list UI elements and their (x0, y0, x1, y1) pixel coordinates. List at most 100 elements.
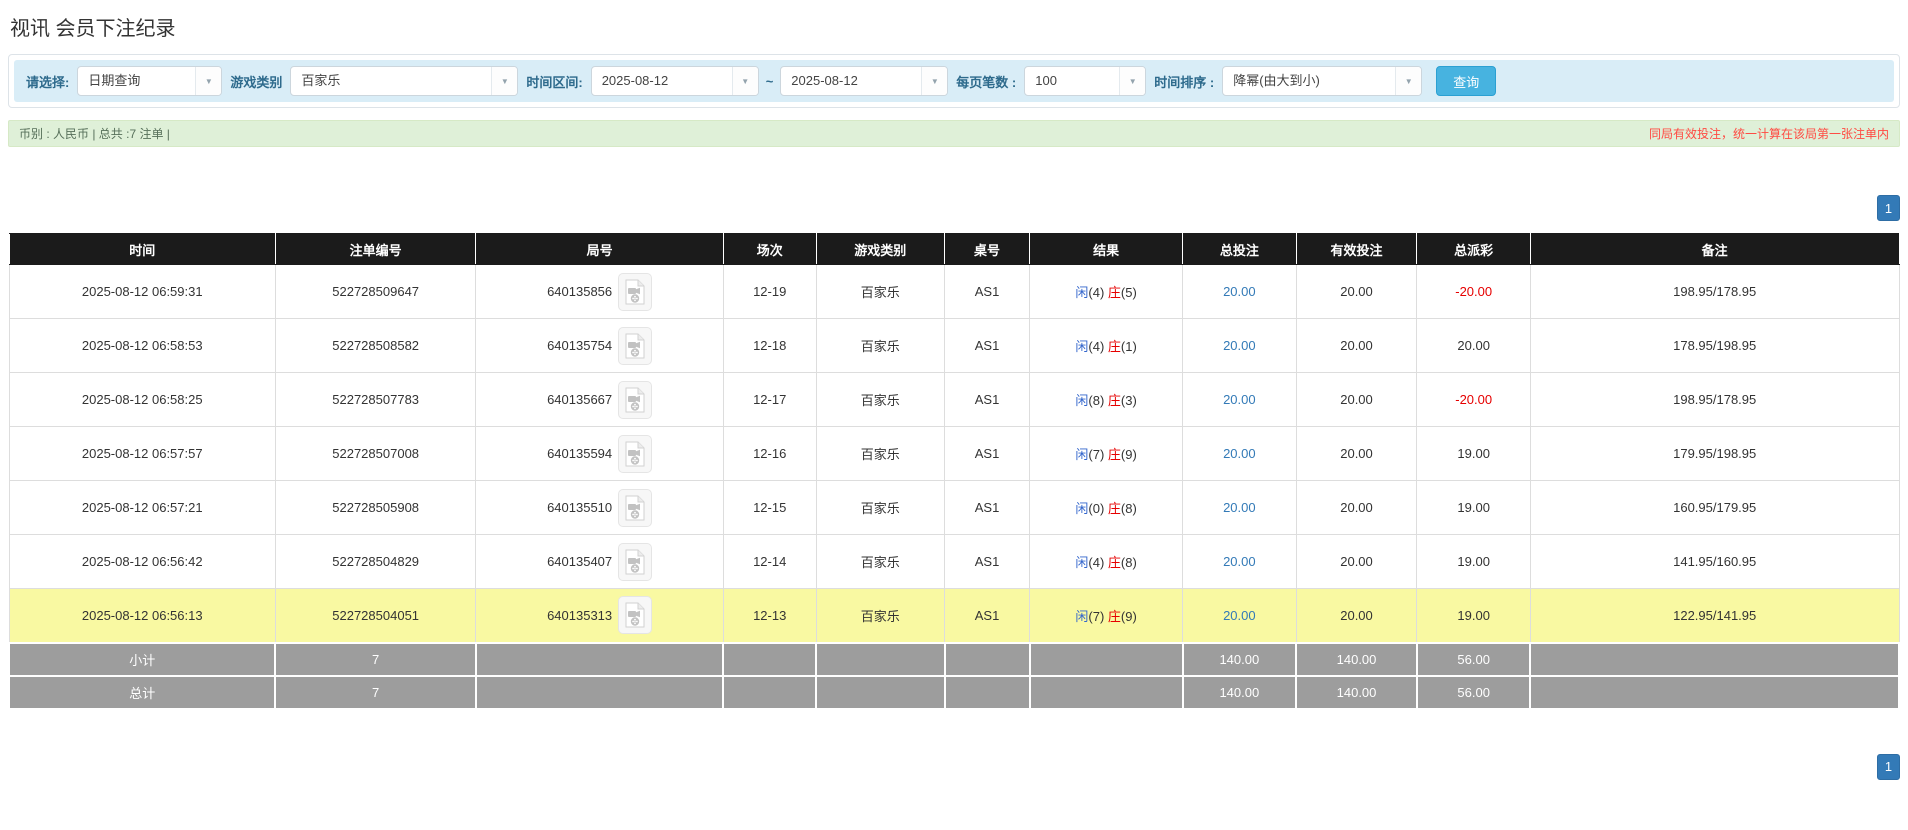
sum-empty-cell (945, 643, 1030, 676)
chevron-down-icon[interactable]: ▼ (491, 67, 517, 95)
pagination-page-button[interactable]: 1 (1877, 195, 1900, 221)
date-from-select[interactable]: 2025-08-12 ▼ (591, 66, 759, 96)
bet-id-cell: 522728504829 (275, 535, 475, 589)
total-bet-cell: 20.00 (1183, 373, 1296, 427)
table-row[interactable]: 2025-08-12 06:57:21522728505908640135510… (9, 481, 1899, 535)
result-player-score: (0) (1088, 501, 1104, 516)
video-replay-button[interactable] (618, 327, 652, 365)
header-total-bet: 总投注 (1183, 234, 1296, 265)
search-button[interactable]: 查询 (1436, 66, 1496, 96)
date-from-value: 2025-08-12 (592, 67, 732, 95)
query-type-select[interactable]: 日期查询 ▼ (77, 66, 222, 96)
video-replay-button[interactable] (618, 273, 652, 311)
result-player: 闲 (1075, 501, 1088, 516)
sum-empty-cell (476, 676, 724, 709)
game-type-cell: 百家乐 (816, 265, 945, 319)
game-type-cell: 百家乐 (816, 373, 945, 427)
remark-cell: 198.95/178.95 (1530, 373, 1899, 427)
page-size-select[interactable]: 100 ▼ (1024, 66, 1146, 96)
video-replay-button[interactable] (618, 381, 652, 419)
chevron-down-icon[interactable]: ▼ (732, 67, 758, 95)
table-no-cell: AS1 (945, 589, 1030, 643)
result-player-score: (4) (1088, 285, 1104, 300)
table-row[interactable]: 2025-08-12 06:58:53522728508582640135754… (9, 319, 1899, 373)
time-cell: 2025-08-12 06:57:21 (9, 481, 275, 535)
pagination-page-button[interactable]: 1 (1877, 754, 1900, 780)
chevron-down-icon[interactable]: ▼ (1395, 67, 1421, 95)
query-type-label: 请选择: (26, 72, 69, 91)
video-replay-button[interactable] (618, 435, 652, 473)
video-replay-button[interactable] (618, 489, 652, 527)
summary-bar: 币别 : 人民币 | 总共 :7 注单 | 同局有效投注，统一计算在该局第一张注… (8, 120, 1900, 147)
total-bet-cell: 20.00 (1183, 535, 1296, 589)
sum-label-cell: 小计 (9, 643, 275, 676)
sum-valid-bet-cell: 140.00 (1296, 676, 1417, 709)
result-banker-score: (8) (1121, 555, 1137, 570)
sum-empty-cell (945, 676, 1030, 709)
session-cell: 12-16 (723, 427, 816, 481)
query-type-value: 日期查询 (78, 67, 195, 95)
result-cell: 闲(4) 庄(8) (1030, 535, 1183, 589)
video-replay-icon (624, 549, 646, 575)
game-type-value: 百家乐 (291, 67, 491, 95)
table-row-highlighted[interactable]: 2025-08-12 06:56:13522728504051640135313… (9, 589, 1899, 643)
sum-empty-cell (1030, 676, 1183, 709)
sum-count-cell: 7 (275, 676, 475, 709)
result-cell: 闲(7) 庄(9) (1030, 427, 1183, 481)
sum-empty-cell (1530, 643, 1899, 676)
session-cell: 12-15 (723, 481, 816, 535)
total-bet-link[interactable]: 20.00 (1223, 284, 1256, 299)
result-cell: 闲(4) 庄(5) (1030, 265, 1183, 319)
total-bet-link[interactable]: 20.00 (1223, 392, 1256, 407)
date-to-select[interactable]: 2025-08-12 ▼ (780, 66, 948, 96)
result-banker-score: (8) (1121, 501, 1137, 516)
valid-bet-cell: 20.00 (1296, 319, 1417, 373)
table-no-cell: AS1 (945, 535, 1030, 589)
chevron-down-icon[interactable]: ▼ (1119, 67, 1145, 95)
total-bet-link[interactable]: 20.00 (1223, 338, 1256, 353)
range-separator: ~ (766, 74, 774, 89)
session-cell: 12-17 (723, 373, 816, 427)
total-row: 总计7140.00140.0056.00 (9, 676, 1899, 709)
time-sort-select[interactable]: 降幂(由大到小) ▼ (1222, 66, 1422, 96)
video-replay-button[interactable] (618, 543, 652, 581)
bet-id-cell: 522728507008 (275, 427, 475, 481)
total-bet-link[interactable]: 20.00 (1223, 608, 1256, 623)
round-id-wrap: 640135856 (482, 273, 717, 311)
round-id-cell: 640135594 (476, 427, 724, 481)
result-cell: 闲(0) 庄(8) (1030, 481, 1183, 535)
subtotal-row: 小计7140.00140.0056.00 (9, 643, 1899, 676)
time-cell: 2025-08-12 06:58:53 (9, 319, 275, 373)
video-replay-button[interactable] (618, 596, 652, 634)
sum-empty-cell (1030, 643, 1183, 676)
valid-bet-cell: 20.00 (1296, 535, 1417, 589)
round-id-cell: 640135754 (476, 319, 724, 373)
bet-id-cell: 522728504051 (275, 589, 475, 643)
payout-cell: 19.00 (1417, 535, 1530, 589)
header-result: 结果 (1030, 234, 1183, 265)
game-type-cell: 百家乐 (816, 427, 945, 481)
total-bet-link[interactable]: 20.00 (1223, 554, 1256, 569)
table-row[interactable]: 2025-08-12 06:58:25522728507783640135667… (9, 373, 1899, 427)
time-range-label: 时间区间: (526, 72, 582, 91)
total-bet-link[interactable]: 20.00 (1223, 446, 1256, 461)
header-session: 场次 (723, 234, 816, 265)
game-type-select[interactable]: 百家乐 ▼ (290, 66, 518, 96)
table-no-cell: AS1 (945, 265, 1030, 319)
time-sort-value: 降幂(由大到小) (1223, 67, 1395, 95)
chevron-down-icon[interactable]: ▼ (195, 67, 221, 95)
payout-cell: 19.00 (1417, 481, 1530, 535)
table-no-cell: AS1 (945, 319, 1030, 373)
header-time: 时间 (9, 234, 275, 265)
result-banker-score: (9) (1121, 447, 1137, 462)
chevron-down-icon[interactable]: ▼ (921, 67, 947, 95)
table-row[interactable]: 2025-08-12 06:57:57522728507008640135594… (9, 427, 1899, 481)
table-no-cell: AS1 (945, 427, 1030, 481)
filter-bar: 请选择: 日期查询 ▼ 游戏类别 百家乐 ▼ 时间区间: 2025-08-12 … (14, 60, 1894, 102)
table-row[interactable]: 2025-08-12 06:59:31522728509647640135856… (9, 265, 1899, 319)
table-row[interactable]: 2025-08-12 06:56:42522728504829640135407… (9, 535, 1899, 589)
result-player: 闲 (1075, 555, 1088, 570)
total-bet-link[interactable]: 20.00 (1223, 500, 1256, 515)
sum-empty-cell (723, 676, 816, 709)
result-banker-score: (3) (1121, 393, 1137, 408)
